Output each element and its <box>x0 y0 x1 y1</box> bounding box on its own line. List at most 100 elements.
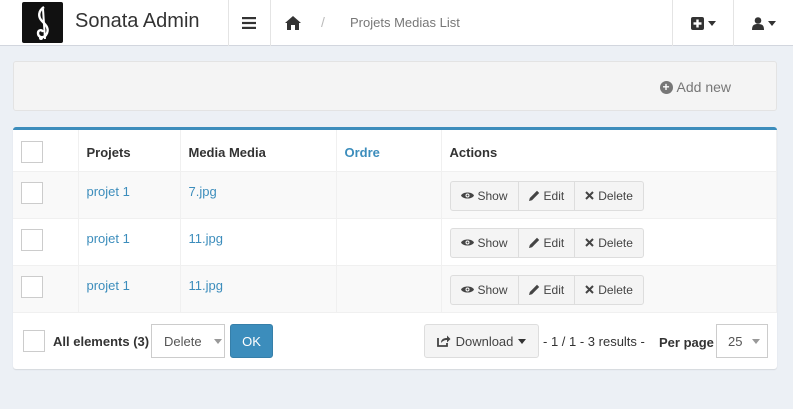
delete-button[interactable]: Delete <box>574 274 644 305</box>
ok-button[interactable]: OK <box>230 324 273 358</box>
edit-label: Edit <box>543 235 565 250</box>
table-row: projet 1 11.jpg Show Edit Delete <box>13 218 777 266</box>
projet-cell: projet 1 <box>78 218 181 266</box>
add-menu-button[interactable] <box>673 0 733 46</box>
times-icon <box>585 285 594 294</box>
eye-icon <box>460 239 474 246</box>
select-all-checkbox[interactable] <box>21 141 43 163</box>
edit-button[interactable]: Edit <box>517 227 576 258</box>
all-elements-checkbox[interactable] <box>23 330 45 352</box>
media-cell: 7.jpg <box>180 171 337 219</box>
column-header-actions: Actions <box>441 130 777 172</box>
per-page-value: 25 <box>728 333 743 349</box>
column-header-media: Media Media <box>180 130 337 172</box>
share-export-icon <box>436 335 451 347</box>
caret-down-icon <box>767 20 776 26</box>
ordre-cell <box>336 218 442 266</box>
projet-cell: projet 1 <box>78 265 181 313</box>
batch-action-value: Delete <box>164 333 202 349</box>
list-table: Projets Media Media Ordre Actions projet… <box>13 130 777 313</box>
add-new-button[interactable]: + Add new <box>659 79 731 95</box>
plus-circle-icon: + <box>659 80 673 94</box>
brand-title[interactable]: Sonata Admin <box>75 10 200 33</box>
media-link[interactable]: 7.jpg <box>189 184 217 199</box>
download-button[interactable]: Download <box>424 324 539 358</box>
user-menu-button[interactable] <box>734 0 793 46</box>
delete-button[interactable]: Delete <box>574 180 644 211</box>
caret-down-icon <box>213 338 222 344</box>
plus-square-icon <box>690 16 704 30</box>
hamburger-icon <box>242 17 256 29</box>
edit-button[interactable]: Edit <box>517 274 576 305</box>
delete-button[interactable]: Delete <box>574 227 644 258</box>
table-header-row: Projets Media Media Ordre Actions <box>13 130 777 172</box>
media-cell: 11.jpg <box>180 218 337 266</box>
actions-cell: Show Edit Delete <box>441 171 777 219</box>
user-icon <box>751 16 764 30</box>
batch-action-select[interactable]: Delete <box>151 324 225 358</box>
show-button[interactable]: Show <box>449 274 519 305</box>
actions-cell: Show Edit Delete <box>441 218 777 266</box>
show-button[interactable]: Show <box>449 180 519 211</box>
pencil-icon <box>528 237 539 248</box>
column-header-ordre: Ordre <box>336 130 442 172</box>
treble-clef-logo-icon[interactable] <box>22 2 63 43</box>
show-button[interactable]: Show <box>449 227 519 258</box>
per-page-label: Per page <box>659 335 714 350</box>
caret-down-icon <box>518 338 527 344</box>
row-select-cell <box>13 171 79 219</box>
list-actions-box: + Add new <box>13 61 777 111</box>
media-link[interactable]: 11.jpg <box>189 231 223 246</box>
download-label: Download <box>455 333 514 349</box>
pencil-icon <box>528 190 539 201</box>
sort-ordre-link[interactable]: Ordre <box>345 145 380 160</box>
row-checkbox[interactable] <box>21 275 43 298</box>
pencil-icon <box>528 284 539 295</box>
all-elements-label: All elements (3) <box>53 334 150 349</box>
delete-label: Delete <box>598 235 633 250</box>
add-new-label: Add new <box>676 79 731 95</box>
projet-link[interactable]: projet 1 <box>87 231 130 246</box>
home-icon <box>285 16 301 30</box>
projet-link[interactable]: projet 1 <box>87 184 130 199</box>
row-actions: Show Edit Delete <box>449 274 644 305</box>
row-select-cell <box>13 218 79 266</box>
show-label: Show <box>477 282 508 297</box>
table-row: projet 1 7.jpg Show Edit Delete <box>13 171 777 219</box>
media-cell: 11.jpg <box>180 265 337 313</box>
top-navbar: Sonata Admin / Projets Medias List <box>0 0 793 46</box>
pager-info: - 1 / 1 - 3 results - <box>543 334 645 349</box>
projet-link[interactable]: projet 1 <box>87 278 130 293</box>
edit-button[interactable]: Edit <box>517 180 576 211</box>
per-page-select[interactable]: 25 <box>716 324 768 358</box>
delete-label: Delete <box>598 282 633 297</box>
delete-label: Delete <box>598 188 633 203</box>
ordre-cell <box>336 171 442 219</box>
row-checkbox[interactable] <box>21 228 43 251</box>
home-breadcrumb-button[interactable] <box>271 0 315 46</box>
row-actions: Show Edit Delete <box>449 227 644 258</box>
list-box: Projets Media Media Ordre Actions projet… <box>13 127 777 369</box>
edit-label: Edit <box>543 188 565 203</box>
projet-cell: projet 1 <box>78 171 181 219</box>
column-header-projets: Projets <box>78 130 181 172</box>
select-all-header <box>13 130 79 172</box>
eye-icon <box>460 192 474 199</box>
edit-label: Edit <box>543 282 565 297</box>
media-link[interactable]: 11.jpg <box>189 278 223 293</box>
times-icon <box>585 238 594 247</box>
breadcrumb-current: Projets Medias List <box>350 15 460 30</box>
eye-icon <box>460 286 474 293</box>
times-icon <box>585 191 594 200</box>
row-select-cell <box>13 265 79 313</box>
table-row: projet 1 11.jpg Show Edit Delete <box>13 265 777 313</box>
ordre-cell <box>336 265 442 313</box>
actions-cell: Show Edit Delete <box>441 265 777 313</box>
row-actions: Show Edit Delete <box>449 180 644 211</box>
caret-down-icon <box>752 338 761 344</box>
row-checkbox[interactable] <box>21 181 43 204</box>
show-label: Show <box>477 188 508 203</box>
breadcrumb-separator: / <box>321 14 325 30</box>
sidebar-toggle-button[interactable] <box>228 0 270 46</box>
caret-down-icon <box>707 20 716 26</box>
